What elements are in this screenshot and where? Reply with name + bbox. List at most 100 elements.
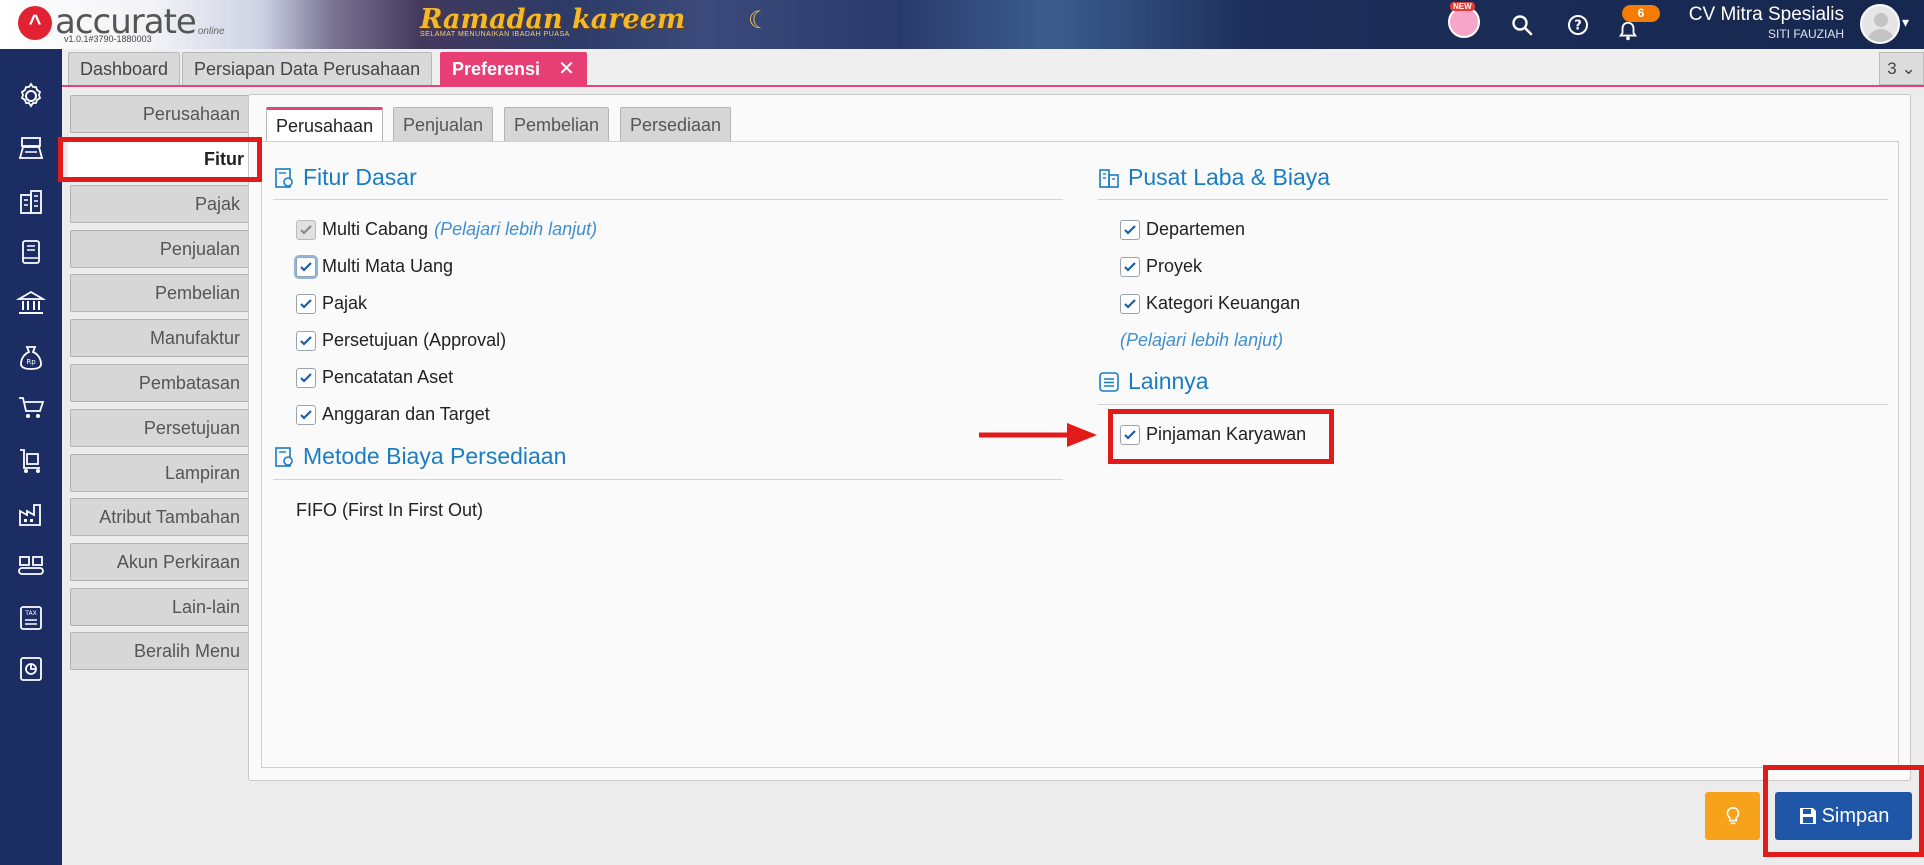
- checkbox-row-departemen: Departemen: [1120, 219, 1245, 240]
- left-nav: Rp TAX: [0, 49, 62, 865]
- pref-menu-lain-lain[interactable]: Lain-lain: [70, 588, 250, 626]
- pref-menu-perusahaan[interactable]: Perusahaan: [70, 95, 250, 133]
- shopping-cart-icon[interactable]: [14, 391, 48, 425]
- kategori-keuangan-label: Kategori Keuangan: [1146, 293, 1301, 313]
- section-divider: [1098, 404, 1888, 405]
- conveyor-icon[interactable]: [14, 549, 48, 583]
- avatar[interactable]: [1860, 4, 1900, 44]
- money-bag-icon[interactable]: Rp: [14, 341, 48, 375]
- pusat-laba-learn-more-link[interactable]: (Pelajari lebih lanjut): [1120, 330, 1283, 351]
- floppy-disk-icon: [1799, 808, 1816, 824]
- user-name: SITI FAUZIAH: [1767, 27, 1844, 41]
- section-metode-biaya-title: Metode Biaya Persediaan: [273, 443, 566, 470]
- delivery-cart-icon[interactable]: [14, 444, 48, 478]
- building-chart-icon: [1099, 168, 1119, 188]
- company-name: CV Mitra Spesialis: [1688, 4, 1844, 25]
- list-icon: [1099, 371, 1119, 392]
- pinjaman-karyawan-checkbox[interactable]: [1120, 424, 1140, 445]
- bank-icon[interactable]: [14, 286, 48, 320]
- pencatatan-aset-checkbox[interactable]: [296, 367, 316, 388]
- top-header: ^ accurate online v1.0.1#3790-1880003 Ra…: [0, 0, 1924, 49]
- chevron-down-icon[interactable]: ▾: [1902, 14, 1909, 31]
- cash-register-icon[interactable]: [14, 131, 48, 165]
- checkbox-row-multi-mata-uang: Multi Mata Uang: [296, 256, 453, 277]
- departemen-label: Departemen: [1146, 219, 1246, 239]
- persetujuan-label: Persetujuan (Approval): [322, 330, 507, 350]
- subtab-penjualan[interactable]: Penjualan: [393, 107, 494, 143]
- fitur-dasar-label: Fitur Dasar: [303, 164, 417, 190]
- checkbox-row-multi-cabang: Multi Cabang (Pelajari lebih lanjut): [296, 219, 597, 240]
- multi-mata-uang-label: Multi Mata Uang: [322, 256, 454, 276]
- new-badge: NEW: [1450, 2, 1475, 11]
- pusat-laba-label: Pusat Laba & Biaya: [1128, 164, 1331, 190]
- proyek-checkbox[interactable]: [1120, 256, 1140, 277]
- checkbox-row-pencatatan-aset: Pencatatan Aset: [296, 367, 453, 388]
- checkbox-row-pajak: Pajak: [296, 293, 367, 314]
- pref-menu-fitur[interactable]: Fitur: [68, 140, 254, 178]
- help-icon[interactable]: ?: [1563, 10, 1593, 40]
- anggaran-checkbox[interactable]: [296, 404, 316, 425]
- svg-text:?: ?: [1574, 19, 1582, 34]
- page-tab-bar: Dashboard Persiapan Data Perusahaan Pref…: [62, 49, 1924, 87]
- checkbox-row-pinjaman-karyawan: Pinjaman Karyawan: [1120, 424, 1306, 445]
- search-icon[interactable]: [1507, 10, 1537, 40]
- svg-text:TAX: TAX: [24, 610, 36, 617]
- subtab-perusahaan[interactable]: Perusahaan: [266, 107, 384, 145]
- pref-menu-pembelian[interactable]: Pembelian: [70, 274, 250, 312]
- version-text: v1.0.1#3790-1880003: [64, 34, 152, 44]
- metode-biaya-value: FIFO (First In First Out): [296, 500, 483, 520]
- settings-icon[interactable]: [14, 79, 48, 113]
- building-icon[interactable]: [14, 185, 48, 219]
- logo-online-text: online: [197, 26, 225, 37]
- crescent-moon-icon: ☾: [748, 7, 770, 34]
- subtab-persediaan[interactable]: Persediaan: [620, 107, 732, 143]
- pref-menu-penjualan[interactable]: Penjualan: [70, 230, 250, 268]
- save-button-label: Simpan: [1821, 804, 1890, 827]
- factory-icon[interactable]: [14, 497, 48, 531]
- departemen-checkbox[interactable]: [1120, 219, 1140, 240]
- book-icon[interactable]: [14, 235, 48, 269]
- lainnya-label: Lainnya: [1128, 368, 1209, 394]
- logo-mark-icon: ^: [18, 6, 52, 40]
- metode-biaya-label: Metode Biaya Persediaan: [303, 443, 567, 469]
- pref-menu-beralih-menu[interactable]: Beralih Menu: [70, 632, 250, 670]
- ramadan-banner: Ramadan kareem SELAMAT MENUNAIKAN IBADAH…: [420, 4, 685, 44]
- chevron-down-icon: ⌄: [1901, 59, 1916, 78]
- report-chart-icon[interactable]: [14, 652, 48, 686]
- close-icon[interactable]: ✕: [558, 58, 575, 80]
- persetujuan-checkbox[interactable]: [296, 330, 316, 351]
- tab-count-dropdown[interactable]: 3 ⌄: [1879, 52, 1924, 85]
- tab-preferensi[interactable]: Preferensi ✕: [440, 52, 587, 85]
- kategori-keuangan-checkbox[interactable]: [1120, 293, 1140, 314]
- pref-menu-pajak[interactable]: Pajak: [70, 185, 250, 223]
- section-pusat-laba-title: Pusat Laba & Biaya: [1098, 164, 1330, 191]
- company-info[interactable]: CV Mitra Spesialis SITI FAUZIAH: [1660, 4, 1844, 41]
- proyek-label: Proyek: [1146, 256, 1203, 276]
- multi-mata-uang-checkbox[interactable]: [296, 256, 316, 277]
- checkbox-row-kategori-keuangan: Kategori Keuangan: [1120, 293, 1300, 314]
- multi-cabang-learn-more-link[interactable]: (Pelajari lebih lanjut): [434, 219, 597, 240]
- subtab-pembelian[interactable]: Pembelian: [504, 107, 610, 143]
- tab-dashboard[interactable]: Dashboard: [68, 52, 181, 85]
- pajak-checkbox[interactable]: [296, 293, 316, 314]
- checkbox-row-anggaran: Anggaran dan Target: [296, 404, 490, 425]
- save-button[interactable]: Simpan: [1775, 792, 1912, 840]
- lightbulb-icon: [1726, 806, 1739, 825]
- pref-menu-lampiran[interactable]: Lampiran: [70, 454, 250, 492]
- tab-preferensi-label: Preferensi: [452, 59, 541, 79]
- pref-menu-manufaktur[interactable]: Manufaktur: [70, 319, 250, 357]
- section-divider: [273, 199, 1063, 200]
- section-fitur-dasar-title: Fitur Dasar: [273, 164, 417, 191]
- checkbox-row-proyek: Proyek: [1120, 256, 1202, 277]
- pref-menu-atribut-tambahan[interactable]: Atribut Tambahan: [70, 498, 250, 536]
- idea-button[interactable]: [1705, 792, 1760, 840]
- pref-menu-persetujuan[interactable]: Persetujuan: [70, 409, 250, 447]
- tax-icon[interactable]: TAX: [14, 601, 48, 635]
- anggaran-label: Anggaran dan Target: [322, 404, 490, 424]
- pref-menu-pembatasan[interactable]: Pembatasan: [70, 364, 250, 402]
- multi-cabang-label: Multi Cabang: [322, 219, 429, 239]
- tab-persiapan-data-perusahaan[interactable]: Persiapan Data Perusahaan: [182, 52, 433, 85]
- svg-text:Rp: Rp: [26, 358, 36, 366]
- red-arrow-icon: [979, 423, 1097, 447]
- pref-menu-akun-perkiraan[interactable]: Akun Perkiraan: [70, 543, 250, 581]
